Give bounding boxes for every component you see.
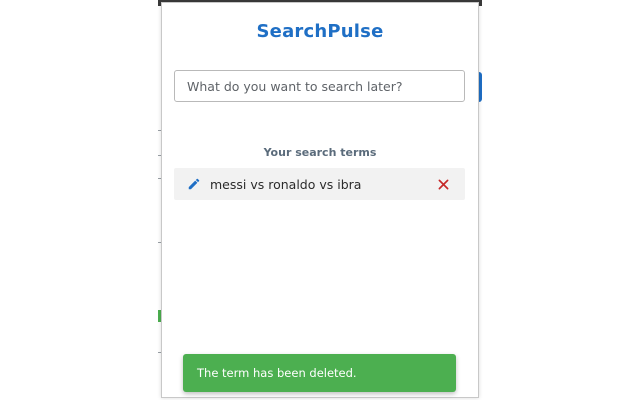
toast-notification: The term has been deleted. (183, 354, 456, 392)
close-icon[interactable] (435, 176, 451, 192)
app-title: SearchPulse (256, 21, 384, 42)
search-terms-heading: Your search terms (263, 146, 377, 159)
search-input[interactable] (174, 70, 465, 102)
toast-message: The term has been deleted. (197, 366, 357, 380)
pencil-icon[interactable] (186, 176, 202, 192)
search-term-label: messi vs ronaldo vs ibra (210, 176, 362, 192)
list-item: messi vs ronaldo vs ibra (174, 168, 465, 200)
extension-popup: SearchPulse Your search terms messi vs r… (161, 2, 479, 398)
